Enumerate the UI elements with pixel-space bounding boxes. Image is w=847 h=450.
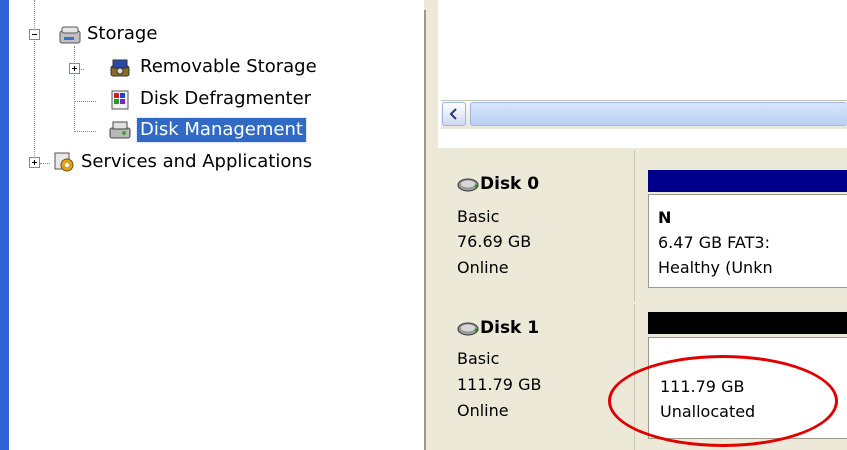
collapse-icon[interactable]	[29, 29, 40, 40]
expand-icon[interactable]	[29, 157, 40, 168]
tree-line	[74, 131, 96, 132]
pane-splitter[interactable]	[424, 0, 438, 450]
partition-status: Healthy (Unkn	[658, 258, 773, 277]
disk-name: Disk 1	[480, 318, 540, 338]
disk-type: Basic	[457, 207, 500, 226]
disk-management-icon	[108, 118, 131, 140]
disk-size: 111.79 GB	[457, 375, 542, 394]
partition-detail: 6.47 GB FAT3:	[658, 233, 770, 252]
tree-item-label: Disk Management	[136, 117, 307, 143]
removable-storage-icon	[108, 56, 130, 78]
disk-defragmenter-icon	[108, 88, 130, 110]
partition-bar	[648, 312, 847, 334]
tree-item-label: Services and Applications	[81, 151, 313, 172]
disk-type: Basic	[457, 349, 500, 368]
storage-icon	[58, 23, 81, 45]
disk-name: Disk 0	[480, 174, 540, 194]
services-icon	[52, 150, 74, 172]
disk-status: Online	[457, 258, 509, 277]
tree-item-label: Removable Storage	[140, 56, 317, 77]
expand-icon[interactable]	[69, 63, 80, 74]
tree-line	[74, 46, 75, 132]
partition-bar	[648, 170, 847, 192]
splitter-divider	[424, 10, 426, 450]
left-edge-strip	[0, 0, 9, 450]
scroll-left-button[interactable]	[442, 102, 466, 126]
scrollbar-thumb[interactable]	[470, 102, 847, 126]
disk-icon	[456, 176, 480, 194]
partition-letter: N	[658, 208, 672, 227]
tree-line	[40, 163, 50, 164]
disk-status: Online	[457, 401, 509, 420]
disk-info-panel[interactable]	[438, 150, 635, 302]
disk-size: 76.69 GB	[457, 232, 532, 251]
tree-item-label: Storage	[87, 23, 158, 44]
tree-item-label: Disk Defragmenter	[140, 88, 312, 109]
tree-line	[74, 101, 96, 102]
disk-icon	[456, 320, 480, 338]
chevron-left-icon	[449, 108, 457, 120]
highlight-ellipse	[608, 355, 838, 447]
tree-line	[34, 0, 35, 160]
